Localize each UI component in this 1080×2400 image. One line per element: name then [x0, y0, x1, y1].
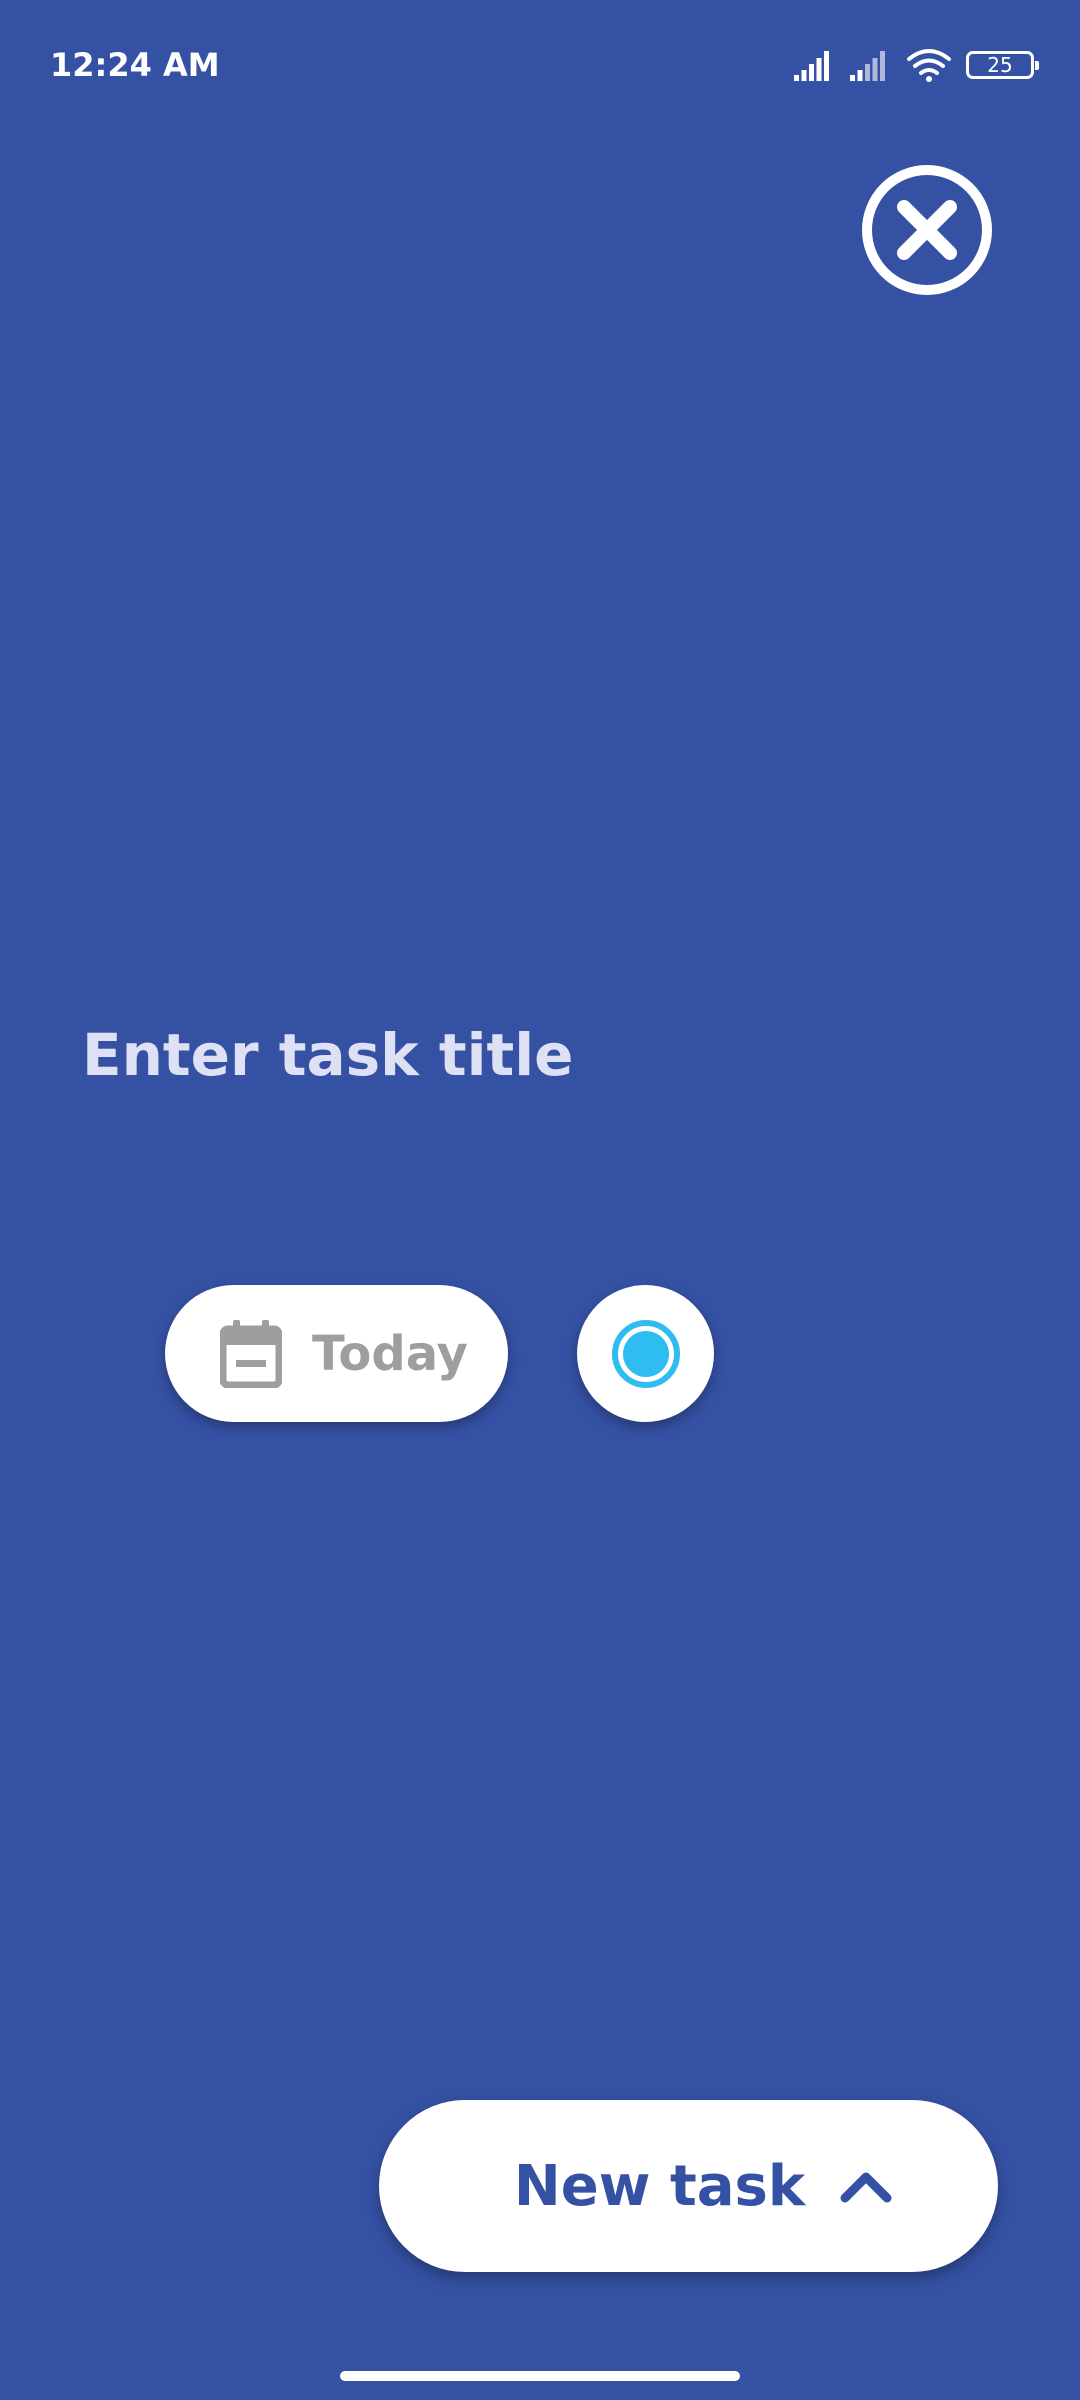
- status-bar: 12:24 AM 25: [0, 0, 1080, 130]
- close-button[interactable]: [860, 163, 994, 297]
- new-task-button[interactable]: New task: [379, 2100, 998, 2272]
- signal-icon: [794, 51, 829, 81]
- task-title-input[interactable]: [82, 1010, 982, 1100]
- close-icon: [862, 165, 992, 295]
- home-indicator[interactable]: [340, 2371, 740, 2381]
- calendar-icon: [220, 1319, 282, 1388]
- date-chip-label: Today: [312, 1325, 468, 1382]
- signal-icon: [850, 51, 885, 81]
- status-icons: 25: [794, 42, 1039, 88]
- battery-level: 25: [987, 53, 1013, 77]
- new-task-label: New task: [513, 2153, 806, 2219]
- battery-icon: 25: [966, 51, 1039, 79]
- date-chip[interactable]: Today: [165, 1285, 508, 1422]
- wifi-icon: [907, 49, 951, 82]
- status-time: 12:24 AM: [50, 46, 220, 84]
- chevron-up-icon: [840, 2172, 892, 2203]
- color-picker-button[interactable]: [577, 1285, 714, 1422]
- radio-dot-icon: [611, 1319, 680, 1388]
